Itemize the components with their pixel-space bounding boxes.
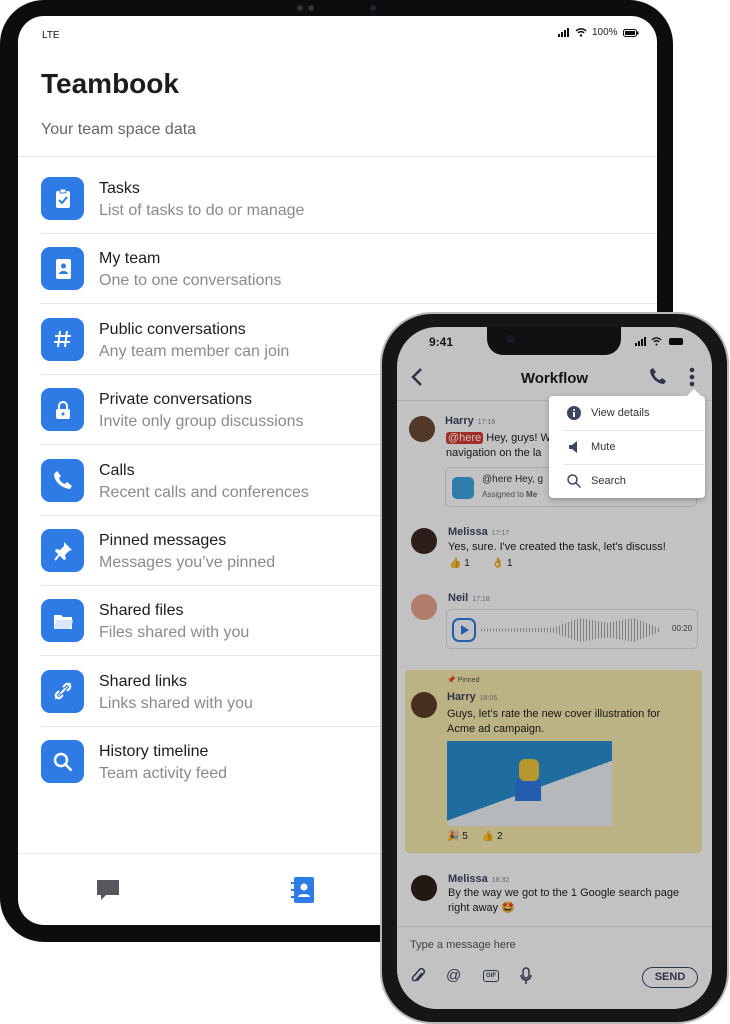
row-subtitle: Recent calls and conferences: [99, 483, 309, 501]
clipboard-check-icon: [41, 177, 84, 220]
page-title: Teambook: [41, 68, 179, 99]
pin-icon: [41, 529, 84, 572]
tablet-camera: [370, 5, 376, 11]
tablet-sensor: [297, 5, 303, 11]
link-icon: [41, 669, 84, 713]
row-title: Shared links: [99, 672, 188, 690]
row-title: Public conversations: [99, 320, 246, 338]
info-icon: [567, 406, 581, 420]
hash-icon: [41, 317, 84, 361]
lock-icon: [41, 388, 84, 432]
page-subtitle: Your team space data: [41, 121, 197, 138]
phone-icon: [41, 458, 84, 502]
row-title: My team: [99, 250, 161, 268]
row-subtitle: Team activity feed: [99, 765, 228, 783]
row-title: Calls: [99, 461, 135, 479]
row-subtitle: List of tasks to do or manage: [99, 202, 305, 219]
menu-item-search[interactable]: Search: [549, 464, 705, 498]
battery-percent: 100%: [592, 27, 618, 38]
contacts-book-icon[interactable]: [291, 876, 315, 904]
row-title: Pinned messages: [99, 532, 227, 549]
folder-icon: [41, 599, 84, 643]
row-title: Shared files: [99, 602, 184, 620]
chat-bubble-icon[interactable]: [95, 878, 121, 902]
row-subtitle: One to one conversations: [99, 272, 282, 290]
search-icon: [567, 474, 581, 488]
divider: [18, 156, 657, 157]
menu-item-view-details[interactable]: View details: [549, 396, 705, 430]
menu-row-my-team[interactable]: My team One to one conversations: [41, 234, 657, 305]
menu-row-tasks[interactable]: Tasks List of tasks to do or manage: [41, 164, 657, 234]
phone-screen: 9:41 Workflow Harry 17:16 @here Hey, guys…: [397, 327, 712, 1009]
row-title: Private conversations: [99, 391, 252, 409]
row-subtitle: Files shared with you: [99, 624, 250, 642]
row-subtitle: Invite only group discussions: [99, 413, 304, 431]
wifi-icon: [575, 28, 587, 37]
battery-icon: [622, 28, 639, 37]
contacts-book-icon: [41, 247, 84, 291]
context-menu: View details Mute Search: [549, 388, 705, 498]
status-icons: 100%: [558, 27, 639, 38]
signal-icon: [558, 28, 569, 37]
row-subtitle: Links shared with you: [99, 694, 253, 712]
row-title: History timeline: [99, 743, 209, 761]
carrier-label: LTE: [42, 30, 60, 41]
tablet-sensor: [308, 5, 314, 11]
row-subtitle: Any team member can join: [99, 342, 290, 360]
speaker-mute-icon: [569, 441, 577, 453]
search-icon: [41, 740, 84, 784]
menu-item-mute[interactable]: Mute: [549, 430, 705, 464]
row-subtitle: Messages you’ve pinned: [99, 554, 276, 571]
row-title: Tasks: [99, 180, 140, 197]
